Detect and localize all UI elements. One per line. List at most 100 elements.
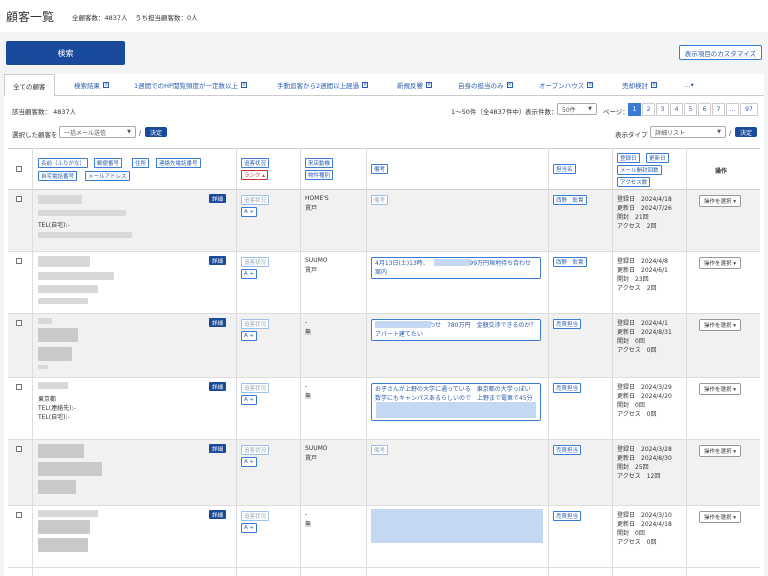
- display-type-select[interactable]: 詳細リスト ▼: [650, 126, 726, 138]
- close-icon[interactable]: ×: [426, 82, 432, 88]
- rank-chip[interactable]: A +: [241, 523, 258, 533]
- row-action-select[interactable]: 操作を選択 ▾: [699, 257, 742, 269]
- page-6[interactable]: 6: [698, 103, 711, 116]
- rank-chip[interactable]: A +: [241, 269, 258, 279]
- detail-button[interactable]: 詳細: [209, 318, 227, 327]
- tab-more[interactable]: …▾: [684, 74, 694, 96]
- sort-access[interactable]: アクセス数: [617, 177, 651, 187]
- sort-email[interactable]: メールアドレス: [85, 171, 130, 181]
- follow-status-chip[interactable]: 追客状況: [241, 195, 270, 205]
- row-action-select[interactable]: 操作を選択 ▾: [699, 383, 742, 395]
- close-icon[interactable]: ×: [651, 82, 657, 88]
- rank-chip[interactable]: A +: [241, 457, 258, 467]
- display-decide-button[interactable]: 決定: [735, 127, 758, 137]
- sort-mail-opened[interactable]: メール開封回数: [617, 165, 662, 175]
- staff-chip[interactable]: 売買担当: [553, 445, 582, 455]
- staff-chip[interactable]: 西野 彰貴: [553, 257, 587, 267]
- row-checkbox[interactable]: [16, 512, 22, 518]
- page-1[interactable]: 1: [628, 103, 641, 116]
- staff-chip[interactable]: 売買担当: [553, 511, 582, 521]
- bulk-action-select[interactable]: 一括メール送信 ▼: [59, 126, 136, 138]
- rank-chip[interactable]: A +: [241, 207, 258, 217]
- notes-empty[interactable]: 備考: [371, 195, 389, 205]
- search-button[interactable]: 検索: [6, 41, 125, 65]
- sort-visit-motive[interactable]: 来店動機: [305, 158, 334, 168]
- my-customers: うち担当顧客数：0人: [135, 14, 198, 22]
- page-title: 顧客一覧: [6, 10, 55, 24]
- close-icon[interactable]: ×: [240, 82, 247, 88]
- select-all-checkbox[interactable]: [16, 166, 22, 172]
- access-count: アクセス 12回: [617, 473, 661, 480]
- phone-line: TEL(連絡先):-: [38, 405, 76, 412]
- tab-manual-follow[interactable]: 手動追客から2週間以上経過 ×: [277, 74, 369, 96]
- sort-staff[interactable]: 担当名: [553, 164, 576, 174]
- row-action-select[interactable]: 操作を選択 ▾: [699, 195, 742, 207]
- close-icon[interactable]: ×: [362, 82, 369, 88]
- tab-new-inquiry[interactable]: 新規反響 ×: [397, 74, 432, 96]
- rank-chip[interactable]: A +: [241, 331, 258, 341]
- sort-contact-phone[interactable]: 連絡先電話番号: [156, 158, 201, 168]
- registered-date: 登録日 2024/3/29: [617, 384, 672, 391]
- detail-button[interactable]: 詳細: [209, 382, 227, 391]
- page-label: ページ：: [603, 108, 629, 116]
- tab-open-house[interactable]: オープンハウス ×: [539, 74, 594, 96]
- close-icon[interactable]: ×: [587, 82, 594, 88]
- follow-status-chip[interactable]: 追客状況: [241, 319, 270, 329]
- close-icon[interactable]: ×: [506, 82, 513, 88]
- detail-button[interactable]: 詳細: [209, 194, 227, 203]
- tab-sale-consideration[interactable]: 売却検討 ×: [622, 74, 657, 96]
- tab-my-customers[interactable]: 自身の担当のみ ×: [458, 74, 513, 96]
- row-action-select[interactable]: 操作を選択 ▾: [699, 445, 742, 457]
- close-icon[interactable]: ×: [103, 82, 109, 88]
- row-checkbox[interactable]: [16, 258, 22, 264]
- tab-hp-views[interactable]: 1週間でのHP閲覧頻度が一定数以上 ×: [134, 74, 247, 96]
- page-3[interactable]: 3: [656, 103, 669, 116]
- bulk-decide-button[interactable]: 決定: [145, 127, 168, 137]
- staff-chip[interactable]: 売買担当: [553, 383, 582, 393]
- sort-notes[interactable]: 備考: [371, 164, 389, 174]
- sort-address[interactable]: 住所: [132, 158, 150, 168]
- sort-rank[interactable]: ランク ▴: [241, 170, 269, 180]
- page-5[interactable]: 5: [684, 103, 697, 116]
- column-divider: [32, 148, 33, 576]
- access-count: アクセス 0回: [617, 411, 657, 418]
- staff-chip[interactable]: 西野 彰貴: [553, 195, 587, 205]
- sort-name[interactable]: 名前（ふりがな）: [38, 158, 89, 168]
- notes-empty[interactable]: 備考: [371, 445, 389, 455]
- sort-property-type[interactable]: 物件種別: [305, 170, 334, 180]
- sort-follow-status[interactable]: 追客状況: [241, 158, 270, 168]
- page-last[interactable]: 97: [740, 103, 758, 116]
- row-checkbox[interactable]: [16, 320, 22, 326]
- sort-postal[interactable]: 郵便番号: [94, 158, 123, 168]
- row-checkbox[interactable]: [16, 446, 22, 452]
- source: -: [305, 383, 308, 390]
- page-7[interactable]: 7: [712, 103, 725, 116]
- detail-button[interactable]: 詳細: [209, 510, 227, 519]
- follow-status-chip[interactable]: 追客状況: [241, 257, 270, 267]
- customize-columns-button[interactable]: 表示項目のカスタマイズ: [678, 45, 762, 60]
- tab-search-results[interactable]: 検索結果 ×: [74, 74, 109, 96]
- redacted-name: [38, 444, 84, 458]
- detail-button[interactable]: 詳細: [209, 444, 227, 453]
- row-action-select[interactable]: 操作を選択 ▾: [699, 511, 742, 523]
- follow-status-chip[interactable]: 追客状況: [241, 383, 270, 393]
- chevron-down-icon: ▼: [127, 129, 131, 135]
- staff-chip[interactable]: 売買担当: [553, 319, 582, 329]
- follow-status-chip[interactable]: 追客状況: [241, 445, 270, 455]
- rank-chip[interactable]: A +: [241, 395, 258, 405]
- sort-updated[interactable]: 更新日: [646, 153, 669, 163]
- registered-date: 登録日 2024/4/1: [617, 320, 668, 327]
- detail-button[interactable]: 詳細: [209, 256, 227, 265]
- follow-status-chip[interactable]: 追客状況: [241, 511, 270, 521]
- updated-date: 更新日 2024/7/26: [617, 205, 672, 212]
- tab-all-customers[interactable]: 全ての顧客: [4, 74, 55, 97]
- mail-opened: 開封 25回: [617, 464, 649, 471]
- sort-home-phone[interactable]: 自宅電話番号: [38, 171, 78, 181]
- page-4[interactable]: 4: [670, 103, 683, 116]
- row-checkbox[interactable]: [16, 384, 22, 390]
- sort-registered[interactable]: 登録日: [617, 153, 640, 163]
- page-2[interactable]: 2: [642, 103, 655, 116]
- row-action-select[interactable]: 操作を選択 ▾: [699, 319, 742, 331]
- per-page-select[interactable]: 50件 ▼: [557, 103, 597, 115]
- row-checkbox[interactable]: [16, 196, 22, 202]
